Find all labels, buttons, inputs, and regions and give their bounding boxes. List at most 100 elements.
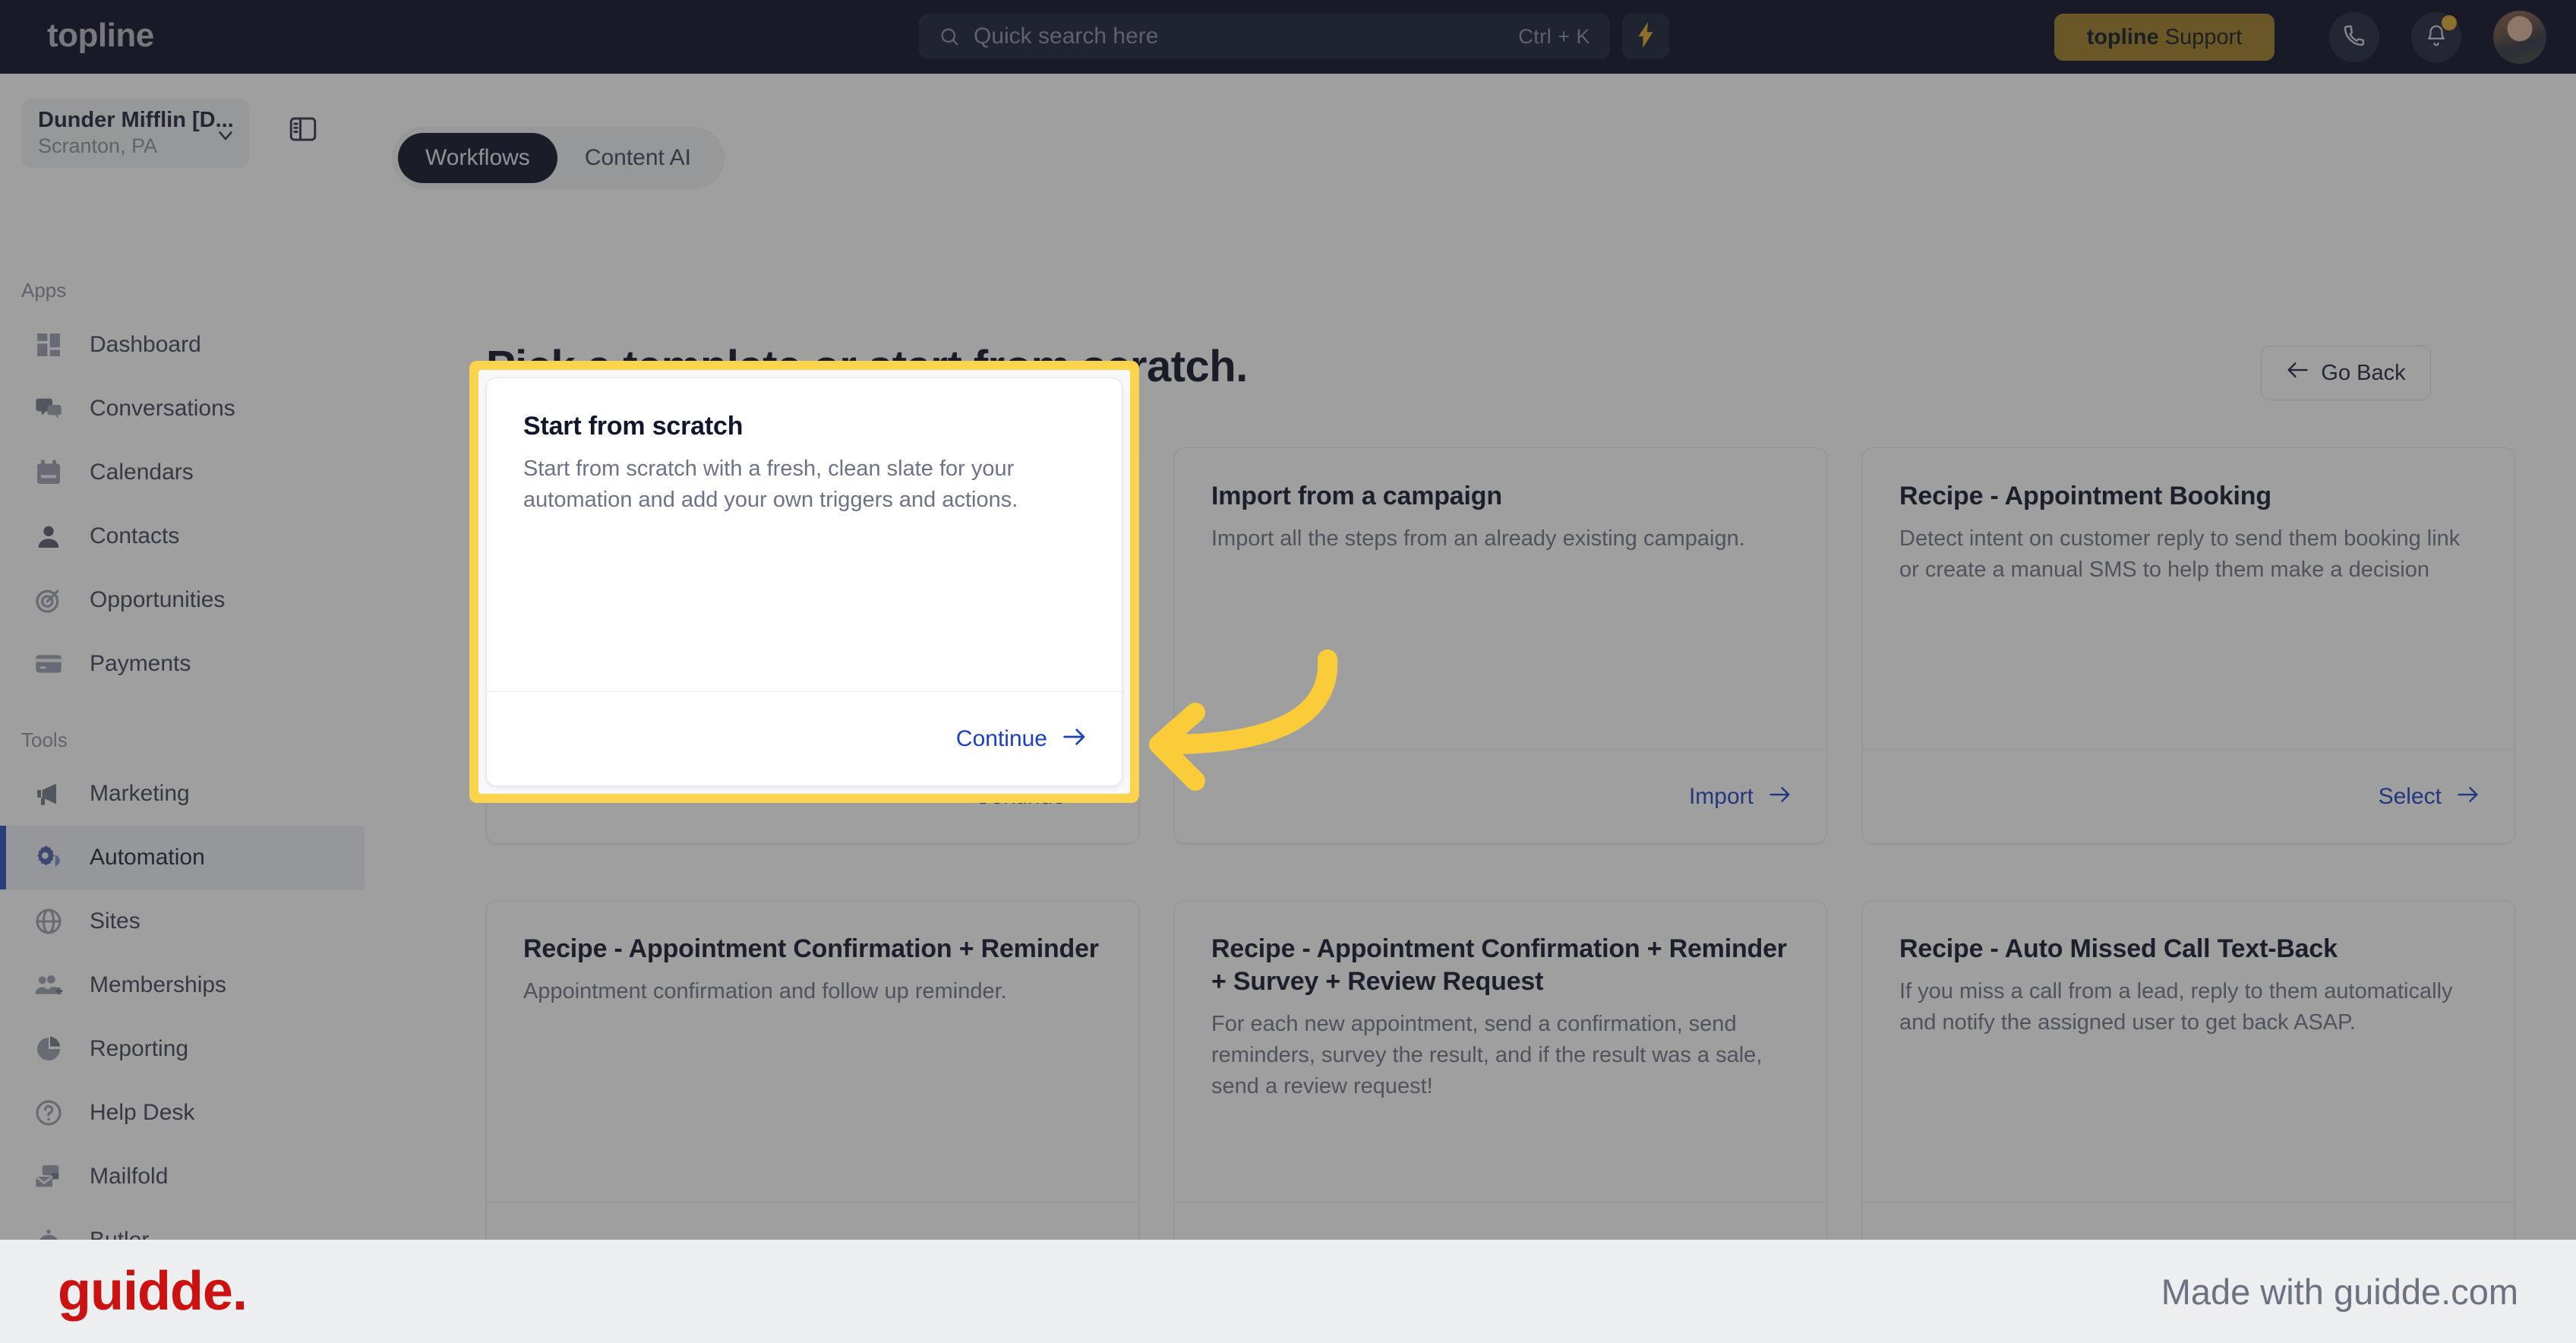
template-card-recipe-auto-missed-call-text-back[interactable]: Recipe - Auto Missed Call Text-Back If y… bbox=[1862, 900, 2515, 1297]
topline-support-button[interactable]: topline Support bbox=[2054, 14, 2275, 61]
credit-card-icon bbox=[33, 649, 64, 679]
card-body: Recipe - Appointment Confirmation + Remi… bbox=[1175, 901, 1826, 1202]
sidebar-item-label: Opportunities bbox=[90, 587, 226, 612]
card-footer: Continue bbox=[487, 691, 1122, 785]
card-description: Start from scratch with a fresh, clean s… bbox=[523, 456, 1018, 512]
card-description: For each new appointment, send a confirm… bbox=[1211, 1011, 1763, 1098]
notifications-button[interactable] bbox=[2411, 12, 2461, 62]
sidebar-item-label: Calendars bbox=[90, 460, 194, 485]
pie-chart-icon bbox=[33, 1034, 64, 1064]
sidebar-item-label: Reporting bbox=[90, 1036, 189, 1061]
dashboard-icon bbox=[33, 330, 64, 360]
panel-toggle-icon[interactable] bbox=[287, 113, 319, 149]
arrow-right-icon bbox=[1769, 785, 1792, 808]
sidebar-item-label: Mailfold bbox=[90, 1164, 169, 1189]
card-action-label[interactable]: Select bbox=[2379, 784, 2442, 810]
sidebar-item-label: Payments bbox=[90, 651, 191, 676]
people-add-icon bbox=[33, 970, 64, 1000]
highlighted-template-card-start-from-scratch[interactable]: Start from scratch Start from scratch wi… bbox=[486, 378, 1122, 786]
account-location: Scranton, PA bbox=[38, 134, 158, 157]
sidebar: Dunder Mifflin [D... Scranton, PA Apps T… bbox=[0, 74, 365, 1337]
support-label: Support bbox=[2164, 24, 2243, 49]
notification-dot bbox=[2442, 15, 2457, 30]
card-body: Import from a campaign Import all the st… bbox=[1175, 448, 1826, 749]
card-footer: Select bbox=[1863, 749, 2514, 843]
topline-logo[interactable]: topline bbox=[47, 17, 154, 55]
card-body: Recipe - Auto Missed Call Text-Back If y… bbox=[1863, 901, 2514, 1202]
arrow-right-icon bbox=[1062, 726, 1087, 751]
template-card-recipe-appointment-booking[interactable]: Recipe - Appointment Booking Detect inte… bbox=[1862, 447, 2515, 844]
card-action-label[interactable]: Import bbox=[1689, 784, 1754, 810]
highlight-inner: Start from scratch Start from scratch wi… bbox=[478, 370, 1130, 794]
template-card-import-from-a-campaign[interactable]: Import from a campaign Import all the st… bbox=[1174, 447, 1827, 844]
section-label-tools: Tools bbox=[21, 728, 68, 751]
sidebar-item-label: Marketing bbox=[90, 781, 190, 806]
sidebar-item-reporting[interactable]: Reporting bbox=[0, 1017, 365, 1081]
calendar-icon bbox=[33, 457, 64, 488]
sidebar-item-label: Help Desk bbox=[90, 1100, 195, 1125]
sidebar-item-automation[interactable]: Automation bbox=[0, 826, 365, 890]
support-brand: topline bbox=[2086, 24, 2159, 49]
card-description: Import all the steps from an already exi… bbox=[1211, 526, 1745, 551]
card-title: Start from scratch bbox=[523, 412, 743, 441]
guidde-footer: guidde. Made with guidde.com bbox=[0, 1240, 2576, 1343]
card-body: Recipe - Appointment Confirmation + Remi… bbox=[487, 901, 1138, 1202]
mail-stack-icon bbox=[33, 1161, 64, 1192]
search-shortcut: Ctrl + K bbox=[1518, 24, 1590, 48]
phone-icon bbox=[2342, 24, 2366, 52]
sidebar-item-dashboard[interactable]: Dashboard bbox=[0, 313, 365, 377]
sidebar-item-label: Memberships bbox=[90, 972, 227, 997]
made-with-guidde-label: Made with guidde.com bbox=[2161, 1271, 2518, 1312]
gears-icon bbox=[33, 842, 64, 873]
sidebar-item-label: Dashboard bbox=[90, 332, 201, 357]
search-placeholder: Quick search here bbox=[974, 24, 1159, 49]
section-label-apps: Apps bbox=[21, 279, 67, 302]
chat-bubbles-icon bbox=[33, 393, 64, 424]
template-card-recipe-appointment-confirmation-reminder[interactable]: Recipe - Appointment Confirmation + Remi… bbox=[486, 900, 1139, 1297]
card-title: Recipe - Auto Missed Call Text-Back bbox=[1899, 934, 2338, 963]
lightning-bolt-button[interactable] bbox=[1622, 14, 1669, 59]
guidde-logo: guidde. bbox=[58, 1261, 248, 1322]
megaphone-icon bbox=[33, 779, 64, 809]
card-description: If you miss a call from a lead, reply to… bbox=[1899, 978, 2453, 1035]
sidebar-item-marketing[interactable]: Marketing bbox=[0, 762, 365, 826]
arrow-right-icon bbox=[2457, 785, 2480, 808]
card-title: Recipe - Appointment Confirmation + Remi… bbox=[1211, 934, 1787, 996]
sidebar-item-opportunities[interactable]: Opportunities bbox=[0, 568, 365, 632]
sidebar-item-conversations[interactable]: Conversations bbox=[0, 377, 365, 441]
sidebar-item-payments[interactable]: Payments bbox=[0, 632, 365, 696]
card-footer: Import bbox=[1175, 749, 1826, 843]
sidebar-item-mailfold[interactable]: Mailfold bbox=[0, 1145, 365, 1209]
card-description: Appointment confirmation and follow up r… bbox=[523, 978, 1007, 1003]
card-body: Recipe - Appointment Booking Detect inte… bbox=[1863, 448, 2514, 749]
question-icon bbox=[33, 1098, 64, 1128]
phone-button[interactable] bbox=[2329, 12, 2379, 62]
sidebar-item-label: Sites bbox=[90, 908, 140, 934]
avatar[interactable] bbox=[2493, 11, 2546, 64]
sidebar-item-label: Conversations bbox=[90, 396, 235, 421]
go-back-button[interactable]: Go Back bbox=[2261, 346, 2431, 400]
card-title: Recipe - Appointment Booking bbox=[1899, 482, 2271, 510]
sidebar-item-help-desk[interactable]: Help Desk bbox=[0, 1081, 365, 1145]
card-description: Detect intent on customer reply to send … bbox=[1899, 526, 2461, 582]
sidebar-item-contacts[interactable]: Contacts bbox=[0, 504, 365, 568]
tab-content-ai[interactable]: Content AI bbox=[557, 133, 718, 183]
go-back-label: Go Back bbox=[2321, 360, 2406, 385]
person-icon bbox=[33, 521, 64, 551]
search-input[interactable]: Quick search here Ctrl + K bbox=[919, 14, 1610, 59]
card-body: Start from scratch Start from scratch wi… bbox=[487, 378, 1122, 691]
sidebar-item-sites[interactable]: Sites bbox=[0, 890, 365, 953]
sidebar-item-label: Automation bbox=[90, 845, 205, 870]
card-title: Import from a campaign bbox=[1211, 482, 1502, 510]
chevron-down-icon bbox=[214, 124, 237, 150]
arrow-left-icon bbox=[2286, 360, 2309, 386]
sidebar-item-memberships[interactable]: Memberships bbox=[0, 953, 365, 1017]
globe-icon bbox=[33, 906, 64, 937]
sidebar-item-calendars[interactable]: Calendars bbox=[0, 441, 365, 504]
template-card-recipe-confirmation-reminder-survey-review[interactable]: Recipe - Appointment Confirmation + Remi… bbox=[1174, 900, 1827, 1297]
target-icon bbox=[33, 585, 64, 615]
continue-button[interactable]: Continue bbox=[956, 726, 1047, 752]
card-title: Recipe - Appointment Confirmation + Remi… bbox=[523, 934, 1099, 963]
tab-workflows[interactable]: Workflows bbox=[398, 133, 557, 183]
account-switcher[interactable]: Dunder Mifflin [D... Scranton, PA bbox=[21, 98, 249, 168]
